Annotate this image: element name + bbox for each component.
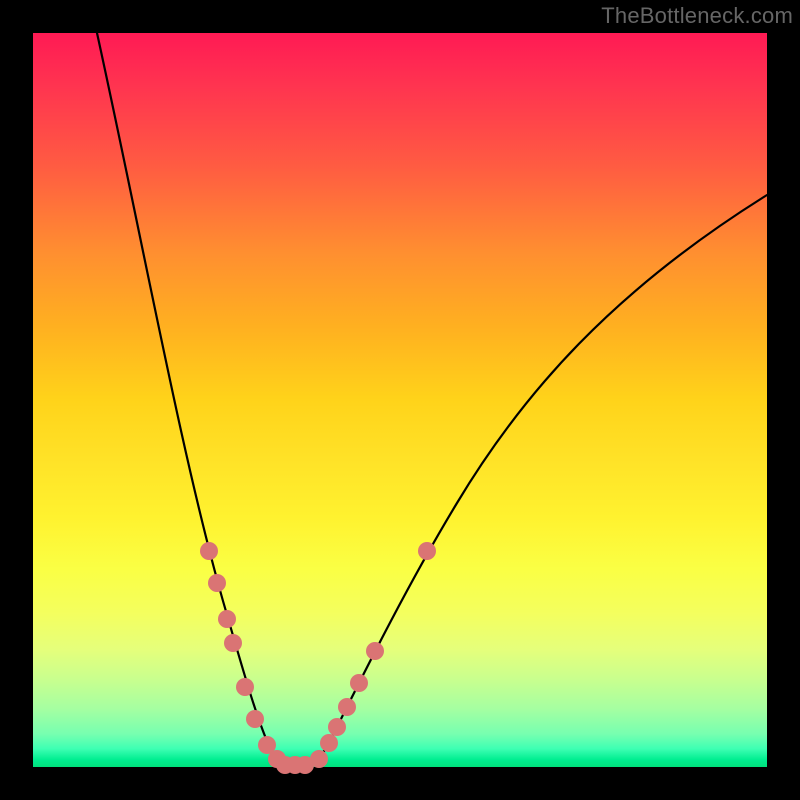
data-dot — [418, 542, 436, 560]
data-dot — [246, 710, 264, 728]
data-dot — [320, 734, 338, 752]
data-dots — [200, 542, 436, 774]
data-dot — [350, 674, 368, 692]
data-dot — [366, 642, 384, 660]
data-dot — [200, 542, 218, 560]
chart-frame: TheBottleneck.com — [0, 0, 800, 800]
data-dot — [218, 610, 236, 628]
data-dot — [236, 678, 254, 696]
data-dot — [328, 718, 346, 736]
data-dot — [208, 574, 226, 592]
chart-svg — [33, 33, 767, 767]
data-dot — [224, 634, 242, 652]
data-dot — [338, 698, 356, 716]
v-curve-line — [97, 33, 767, 767]
data-dot — [310, 750, 328, 768]
watermark-text: TheBottleneck.com — [601, 3, 793, 29]
